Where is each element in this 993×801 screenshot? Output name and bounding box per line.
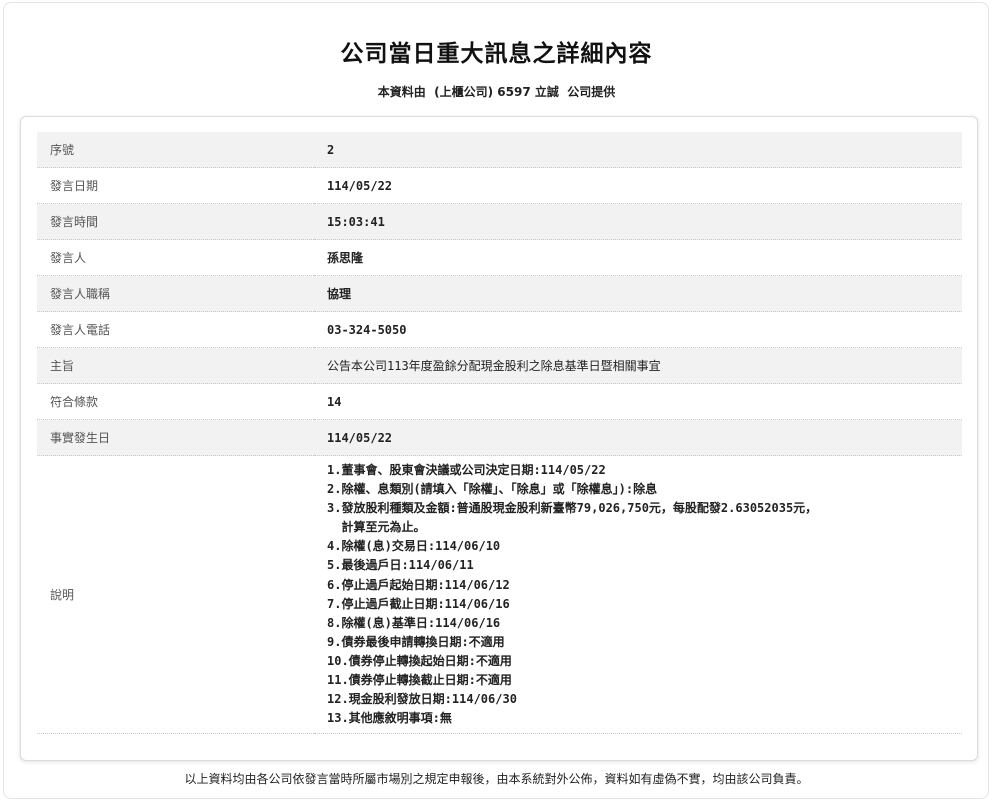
row-value-event-date: 114/05/22 — [314, 419, 962, 456]
row-value-phone: 03-324-5050 — [314, 311, 962, 348]
table-row: 主旨 公告本公司113年度盈餘分配現金股利之除息基準日暨相關事宜 — [37, 347, 962, 384]
row-label-date: 發言日期 — [37, 167, 314, 204]
row-label-title: 發言人職稱 — [37, 275, 314, 312]
table-row: 發言人 孫思隆 — [37, 239, 962, 276]
description-line: 4.除權(息)交易日:114/06/10 — [327, 539, 501, 554]
detail-card: 序號 2 發言日期 114/05/22 發言時間 15:03:41 發言人 孫思… — [20, 116, 978, 761]
detail-table: 序號 2 發言日期 114/05/22 發言時間 15:03:41 發言人 孫思… — [37, 132, 962, 735]
description-line: 計算至元為止。 — [327, 520, 426, 535]
description-line: 10.債券停止轉換起始日期:不適用 — [327, 653, 512, 668]
table-row: 發言日期 114/05/22 — [37, 167, 962, 204]
row-value-subject: 公告本公司113年度盈餘分配現金股利之除息基準日暨相關事宜 — [314, 347, 962, 384]
row-value-clause: 14 — [314, 383, 962, 420]
description-line: 2.除權、息類別(請填入「除權」、「除息」或「除權息」):除息 — [327, 482, 658, 497]
row-label-time: 發言時間 — [37, 203, 314, 240]
description-line: 7.停止過戶截止日期:114/06/16 — [327, 596, 510, 611]
table-row: 發言時間 15:03:41 — [37, 203, 962, 240]
row-label-subject: 主旨 — [37, 347, 314, 384]
table-row: 符合條款 14 — [37, 383, 962, 420]
row-label-clause: 符合條款 — [37, 383, 314, 420]
table-row: 事實發生日 114/05/22 — [37, 419, 962, 456]
description-line: 3.發放股利種類及金額:普通股現金股利新臺幣79,026,750元，每股配發2.… — [327, 501, 818, 516]
row-label-spokesperson: 發言人 — [37, 239, 314, 276]
table-row: 發言人職稱 協理 — [37, 275, 962, 312]
description-line: 13.其他應敘明事項:無 — [327, 711, 452, 726]
description-line: 12.現金股利發放日期:114/06/30 — [327, 692, 517, 707]
row-label-phone: 發言人電話 — [37, 311, 314, 348]
description-line: 9.債券最後申請轉換日期:不適用 — [327, 634, 505, 649]
data-source-subtitle: 本資料由 (上櫃公司) 6597 立誠 公司提供 — [377, 85, 616, 99]
row-value-date: 114/05/22 — [314, 167, 962, 204]
description-line: 5.最後過戶日:114/06/11 — [327, 558, 474, 573]
row-value-title: 協理 — [314, 275, 962, 312]
table-row: 發言人電話 03-324-5050 — [37, 311, 962, 348]
row-value-serial: 2 — [314, 132, 962, 168]
description-line: 6.停止過戶起始日期:114/06/12 — [327, 577, 510, 592]
footer-disclaimer: 以上資料均由各公司依發言當時所屬市場別之規定申報後，由本系統對外公佈，資料如有虛… — [184, 772, 809, 786]
table-row: 序號 2 — [37, 132, 962, 168]
row-value-time: 15:03:41 — [314, 203, 962, 240]
row-value-spokesperson: 孫思隆 — [314, 239, 962, 276]
row-label-description: 說明 — [37, 455, 314, 735]
description-line: 1.董事會、股東會決議或公司決定日期:114/05/22 — [327, 463, 606, 477]
row-label-serial: 序號 — [37, 132, 314, 168]
page-title: 公司當日重大訊息之詳細內容 — [340, 41, 653, 67]
row-label-event-date: 事實發生日 — [37, 419, 314, 456]
description-line: 11.債券停止轉換截止日期:不適用 — [327, 673, 512, 688]
table-row: 說明 1.董事會、股東會決議或公司決定日期:114/05/22 2.除權、息類別… — [37, 455, 962, 735]
description-line: 8.除權(息)基準日:114/06/16 — [327, 615, 501, 630]
row-value-description: 1.董事會、股東會決議或公司決定日期:114/05/22 2.除權、息類別(請填… — [314, 455, 962, 735]
